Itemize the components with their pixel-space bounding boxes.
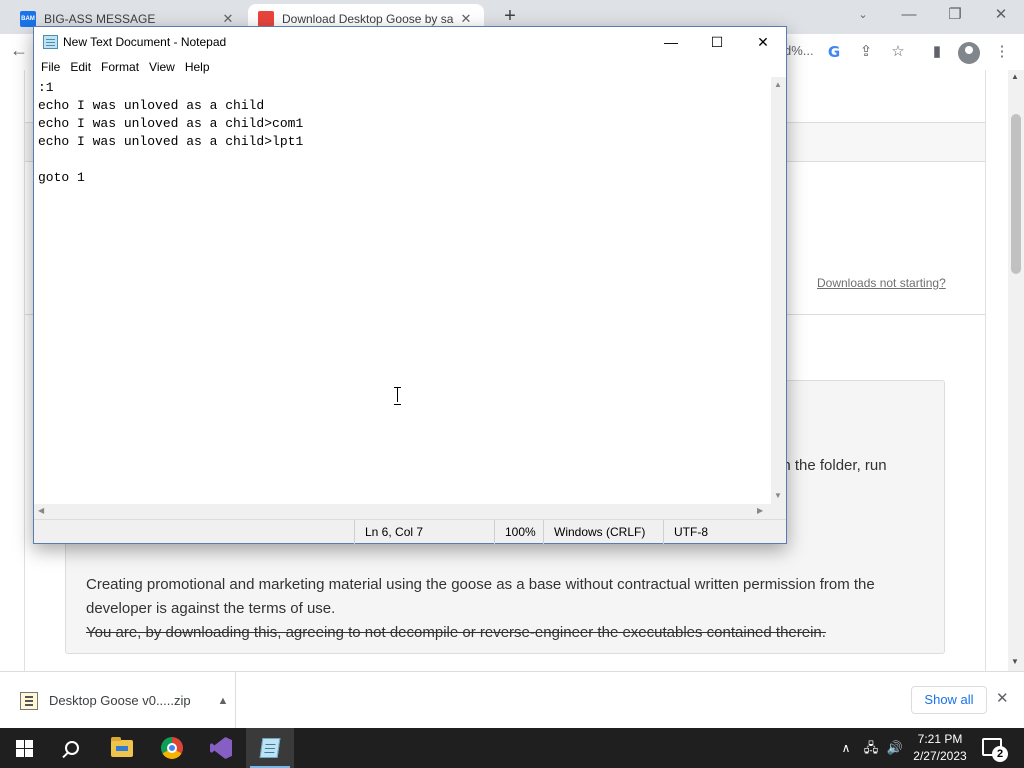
zip-file-icon	[20, 691, 38, 710]
bookmark-star-icon[interactable]: ☆	[887, 41, 909, 63]
tab-title: BIG-ASS MESSAGE	[44, 12, 156, 26]
windows-logo-icon	[15, 739, 33, 757]
status-encoding: UTF-8	[663, 520, 708, 544]
search-icon	[65, 741, 79, 755]
back-arrow-icon[interactable]: ←	[10, 40, 28, 61]
download-shelf-close-icon[interactable]: ✕	[996, 689, 1009, 707]
notepad-title: New Text Document - Notepad	[63, 35, 227, 49]
taskbar-visual-studio[interactable]	[197, 728, 245, 768]
taskbar-file-explorer[interactable]	[98, 728, 146, 768]
download-file-name: Desktop Goose v0.....zip	[49, 693, 191, 708]
google-lens-icon[interactable]: G	[823, 41, 845, 63]
taskbar-clock[interactable]: 7:21 PM 2/27/2023	[912, 731, 968, 765]
menu-edit[interactable]: Edit	[65, 57, 96, 77]
taskbar-chrome[interactable]	[148, 728, 196, 768]
scroll-down-arrow-icon[interactable]: ▼	[1011, 657, 1019, 666]
notepad-menubar: File Edit Format View Help	[34, 57, 786, 77]
status-zoom: 100%	[494, 520, 536, 544]
notepad-icon	[259, 738, 281, 758]
folder-icon	[111, 736, 133, 757]
bam-favicon-icon: BAM	[20, 11, 36, 27]
scroll-right-arrow-icon[interactable]: ▶	[757, 506, 763, 515]
notepad-content: :1 echo I was unloved as a child echo I …	[38, 80, 304, 185]
chrome-icon	[161, 737, 183, 759]
notepad-titlebar[interactable]: New Text Document - Notepad — ☐ ✕	[34, 27, 786, 57]
menu-view[interactable]: View	[144, 57, 180, 77]
browser-close-button[interactable]: ✕	[978, 4, 1024, 26]
browser-minimize-button[interactable]: —	[886, 4, 932, 26]
network-icon[interactable]: 🖧	[860, 728, 882, 768]
tab-title: Download Desktop Goose by sa	[282, 12, 454, 26]
scroll-up-arrow-icon[interactable]: ▲	[774, 80, 782, 89]
start-button[interactable]	[0, 728, 48, 768]
tab-close-icon[interactable]: ✕	[458, 11, 474, 27]
taskbar-search-button[interactable]	[48, 728, 96, 768]
tab-search-chevron-icon[interactable]: ⌄	[840, 4, 886, 26]
menu-file[interactable]: File	[36, 57, 65, 77]
chevron-up-icon[interactable]: ▲	[211, 695, 235, 707]
notepad-maximize-button[interactable]: ☐	[694, 27, 740, 57]
page-scrollbar-thumb[interactable]	[1011, 114, 1021, 274]
scroll-left-arrow-icon[interactable]: ◀	[38, 506, 44, 515]
omnibox-fragment[interactable]: d%...	[784, 43, 814, 58]
notepad-window: New Text Document - Notepad — ☐ ✕ File E…	[33, 26, 787, 544]
ibeam-cursor-icon	[393, 387, 403, 405]
kebab-menu-icon[interactable]: ⋮	[991, 41, 1013, 63]
browser-restore-button[interactable]: ❐	[932, 4, 978, 26]
windows-taskbar: ∧ 🖧 🔊 7:21 PM 2/27/2023 2	[0, 728, 1024, 768]
profile-avatar[interactable]	[958, 42, 980, 64]
scrollbar-corner	[771, 504, 786, 519]
menu-help[interactable]: Help	[180, 57, 215, 77]
share-icon[interactable]: ⇪	[855, 41, 877, 63]
show-all-button[interactable]: Show all	[911, 686, 987, 714]
download-item[interactable]: Desktop Goose v0.....zip ▲	[14, 672, 236, 729]
download-shelf: Desktop Goose v0.....zip ▲ Show all ✕	[0, 671, 1024, 729]
downloads-not-starting-link[interactable]: Downloads not starting?	[817, 276, 946, 290]
visual-studio-icon	[210, 737, 232, 759]
notepad-minimize-button[interactable]: —	[648, 27, 694, 57]
scroll-down-arrow-icon[interactable]: ▼	[774, 491, 782, 500]
page-scrollbar[interactable]: ▲ ▼	[1008, 70, 1024, 671]
notepad-app-icon	[43, 35, 58, 49]
notepad-close-button[interactable]: ✕	[740, 27, 786, 57]
clock-time: 7:21 PM	[917, 732, 963, 746]
taskbar-notepad[interactable]	[246, 728, 294, 768]
notepad-text-area[interactable]: :1 echo I was unloved as a child echo I …	[34, 77, 771, 504]
side-panel-icon[interactable]: ▮	[926, 41, 948, 63]
status-line-ending: Windows (CRLF)	[543, 520, 645, 544]
notepad-horizontal-scrollbar[interactable]: ◀ ▶	[34, 504, 771, 519]
new-tab-button[interactable]: +	[500, 6, 520, 28]
instructions-text-fragment: en the folder, run	[774, 457, 887, 474]
volume-icon[interactable]: 🔊	[884, 728, 906, 768]
notification-count-badge: 2	[992, 746, 1008, 762]
clock-date: 2/27/2023	[913, 749, 967, 763]
menu-format[interactable]: Format	[96, 57, 144, 77]
goose-favicon-icon	[258, 11, 274, 27]
strikethrough-paragraph: You are, by downloading this, agreeing t…	[86, 624, 826, 641]
notepad-statusbar: Ln 6, Col 7 100% Windows (CRLF) UTF-8	[34, 519, 786, 544]
tab-close-icon[interactable]: ✕	[220, 11, 236, 27]
show-hidden-icons-chevron-icon[interactable]: ∧	[836, 728, 856, 768]
scroll-up-arrow-icon[interactable]: ▲	[1011, 72, 1019, 81]
terms-paragraph: Creating promotional and marketing mater…	[86, 576, 875, 617]
notepad-vertical-scrollbar[interactable]: ▲ ▼	[771, 77, 786, 504]
status-cursor-position: Ln 6, Col 7	[354, 520, 423, 544]
